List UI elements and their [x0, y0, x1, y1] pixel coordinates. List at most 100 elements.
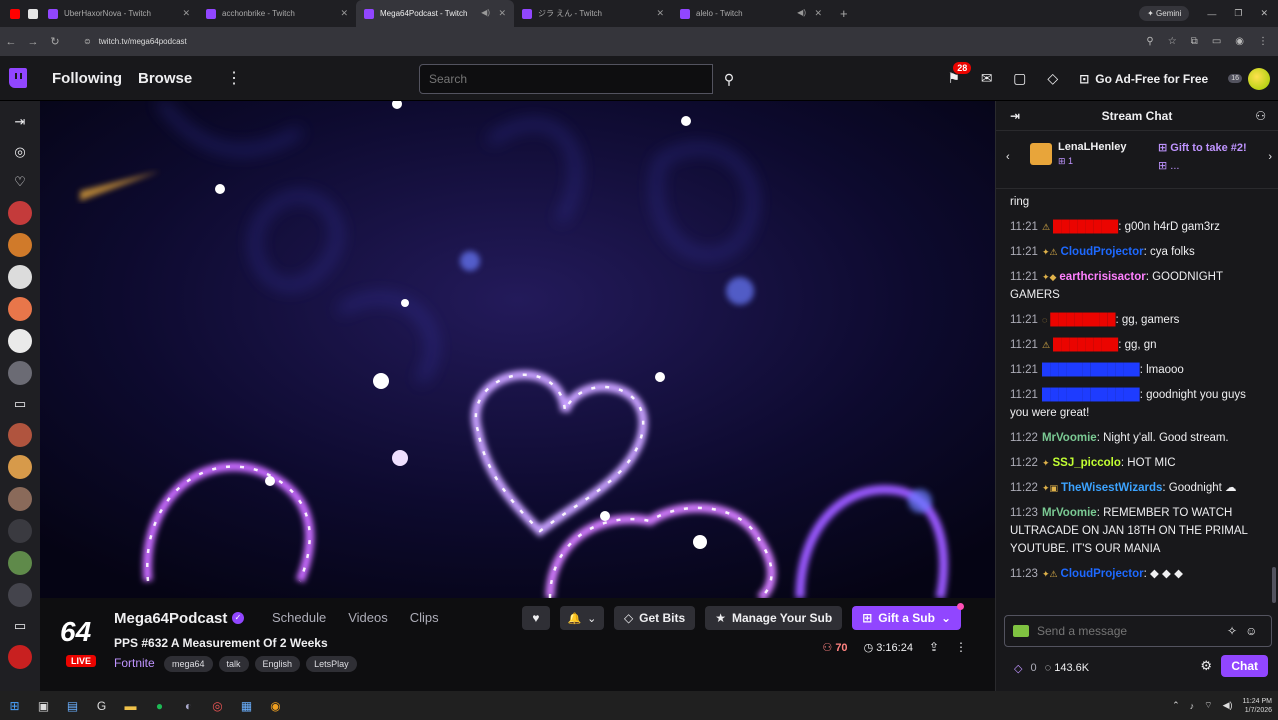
gift-user[interactable]: LenaLHenley — [1058, 141, 1126, 153]
chat-badge-icon[interactable]: ✦ — [1042, 458, 1050, 468]
recommended-icon[interactable]: ◎ — [14, 141, 25, 163]
network-icon[interactable]: ⌔ — [1204, 700, 1212, 711]
channel-name[interactable]: Mega64Podcast — [114, 610, 227, 627]
browser-tab-0[interactable]: UberHaxorNova - Twitch ✕ — [40, 0, 198, 27]
video-icon[interactable]: ▭ — [14, 393, 26, 415]
channel-points-icon[interactable] — [1013, 625, 1029, 637]
chat-username[interactable]: ████████ — [1050, 314, 1115, 326]
collapse-chat-icon[interactable]: ⇥ — [1010, 109, 1020, 123]
game-link[interactable]: Fortnite — [114, 656, 155, 670]
followed-channel-avatar[interactable] — [8, 297, 32, 321]
video-player[interactable] — [40, 101, 995, 598]
followed-channel-avatar[interactable] — [8, 519, 32, 543]
file-explorer-icon[interactable]: ▬ — [116, 699, 145, 713]
youtube-icon[interactable] — [10, 8, 20, 19]
spotify-icon[interactable]: ● — [145, 699, 174, 713]
chat-badge-icon[interactable]: ✦◆ — [1042, 272, 1056, 282]
close-icon[interactable]: ✕ — [656, 8, 664, 19]
more-icon[interactable]: ⋮ — [226, 68, 242, 88]
close-icon[interactable]: ✕ — [814, 8, 822, 19]
followed-channel-avatar[interactable] — [8, 583, 32, 607]
chrome-icon[interactable]: ◉ — [261, 699, 290, 713]
taskbar-app-icon[interactable]: G — [87, 699, 116, 713]
mic-icon[interactable]: ♪ — [1190, 701, 1195, 711]
chat-username[interactable]: ████████████ — [1042, 389, 1140, 401]
followed-channel-avatar[interactable] — [8, 265, 32, 289]
pinned-app-icon[interactable] — [28, 8, 38, 19]
search-input[interactable] — [419, 64, 713, 94]
chevron-left-icon[interactable]: ‹ — [1006, 151, 1010, 163]
videos-link[interactable]: Videos — [348, 610, 388, 625]
nav-browse[interactable]: Browse — [138, 70, 192, 87]
user-menu[interactable]: 16 — [1228, 67, 1270, 90]
steam-icon[interactable]: ◐ — [174, 699, 203, 713]
chat-username[interactable]: MrVoomie — [1042, 507, 1097, 519]
notifications-bell-button[interactable]: 🔔 ⌄ — [559, 606, 604, 630]
browser-tab-4[interactable]: alelo - Twitch ◀) ✕ — [672, 0, 830, 27]
clock[interactable]: 11:24 PM 1/7/2026 — [1243, 697, 1272, 715]
back-icon[interactable]: ← — [0, 36, 22, 48]
chat-username[interactable]: CloudProjector — [1061, 246, 1144, 258]
drops-icon[interactable]: ⚑ 28 — [937, 62, 972, 87]
followed-channel-avatar[interactable] — [8, 233, 32, 257]
inbox-icon[interactable]: ✉ — [970, 70, 1003, 87]
search-icon[interactable]: ⚲ — [713, 64, 745, 94]
close-icon[interactable]: ✕ — [498, 8, 506, 19]
chat-settings-icon[interactable]: ⚙ — [1200, 658, 1212, 674]
close-icon[interactable]: ✕ — [182, 8, 190, 19]
chevron-right-icon[interactable]: › — [1268, 151, 1272, 163]
chevron-up-icon[interactable]: ⌃ — [1172, 700, 1180, 711]
extensions-icon[interactable]: ⧉ — [1191, 36, 1198, 47]
ad-free-button[interactable]: ⊡ Go Ad-Free for Free — [1079, 72, 1208, 86]
browser-tab-2[interactable]: Mega64Podcast - Twitch ◀) ✕ — [356, 0, 514, 27]
chat-badge-icon[interactable]: ◌ — [1042, 315, 1047, 325]
gemini-button[interactable]: ✦ Gemini — [1139, 6, 1190, 21]
chat-username[interactable]: earthcrisisactor — [1059, 271, 1145, 283]
chat-input[interactable] — [1037, 624, 1227, 638]
chat-send-button[interactable]: Chat — [1221, 655, 1268, 677]
followed-channel-avatar[interactable] — [8, 329, 32, 353]
bookmark-star-icon[interactable]: ☆ — [1168, 36, 1177, 47]
speaker-icon[interactable]: ◀) — [797, 8, 806, 17]
chat-badge-icon[interactable]: ⚠ — [1042, 222, 1050, 232]
tag[interactable]: LetsPlay — [306, 656, 357, 672]
browser-tab-3[interactable]: ジラ えん - Twitch ✕ — [514, 0, 672, 27]
tag[interactable]: talk — [218, 656, 249, 672]
followed-channel-avatar[interactable] — [8, 487, 32, 511]
chat-badge-icon[interactable]: ⚠ — [1042, 340, 1050, 350]
twitch-logo-icon[interactable] — [0, 56, 36, 101]
site-info-icon[interactable]: ⊜ — [84, 37, 91, 46]
nav-following[interactable]: Following — [52, 70, 122, 87]
restore-icon[interactable]: ❐ — [1234, 8, 1242, 19]
tag[interactable]: English — [254, 656, 301, 672]
avatar[interactable] — [1248, 67, 1270, 90]
chat-username[interactable]: SSJ_piccolo — [1052, 457, 1120, 469]
minimize-icon[interactable]: — — [1207, 9, 1216, 19]
chat-username[interactable]: ████████ — [1053, 221, 1118, 233]
manage-sub-button[interactable]: ★ Manage Your Sub — [705, 606, 843, 630]
zoom-icon[interactable]: ⚲ — [1146, 36, 1153, 47]
followed-channel-avatar[interactable] — [8, 455, 32, 479]
volume-icon[interactable]: ◀) — [1223, 700, 1233, 711]
community-icon[interactable]: ⚇ — [1255, 109, 1266, 123]
browser-tab-1[interactable]: acchonbrike - Twitch ✕ — [198, 0, 356, 27]
heart-icon[interactable]: ♡ — [14, 171, 26, 193]
follow-heart-icon[interactable]: ♥ — [521, 606, 550, 630]
taskbar-app-icon[interactable]: ◎ — [203, 699, 232, 713]
tag[interactable]: mega64 — [164, 656, 213, 672]
sidepanel-icon[interactable]: ▭ — [1212, 36, 1221, 47]
channel-points[interactable]: ◌ 143.6K — [1045, 662, 1089, 674]
chat-username[interactable]: ████████ — [1053, 339, 1118, 351]
bits-cheer-icon[interactable]: ✧ — [1227, 624, 1237, 638]
taskbar-app-icon[interactable]: ▦ — [232, 699, 261, 713]
followed-channel-avatar[interactable] — [8, 361, 32, 385]
emote-icon[interactable]: ☺ — [1245, 624, 1257, 638]
new-tab-button[interactable]: + — [840, 6, 848, 21]
url-field[interactable]: ⊜ twitch.tv/mega64podcast — [74, 32, 1074, 52]
get-bits-button[interactable]: ◇ Get Bits — [613, 606, 696, 630]
video-icon[interactable]: ▭ — [14, 615, 26, 637]
expand-sidebar-icon[interactable]: ⇥ — [15, 111, 26, 133]
chat-username[interactable]: MrVoomie — [1042, 432, 1097, 444]
chat-username[interactable]: TheWisestWizards — [1061, 482, 1162, 494]
chat-username[interactable]: CloudProjector — [1061, 568, 1144, 580]
